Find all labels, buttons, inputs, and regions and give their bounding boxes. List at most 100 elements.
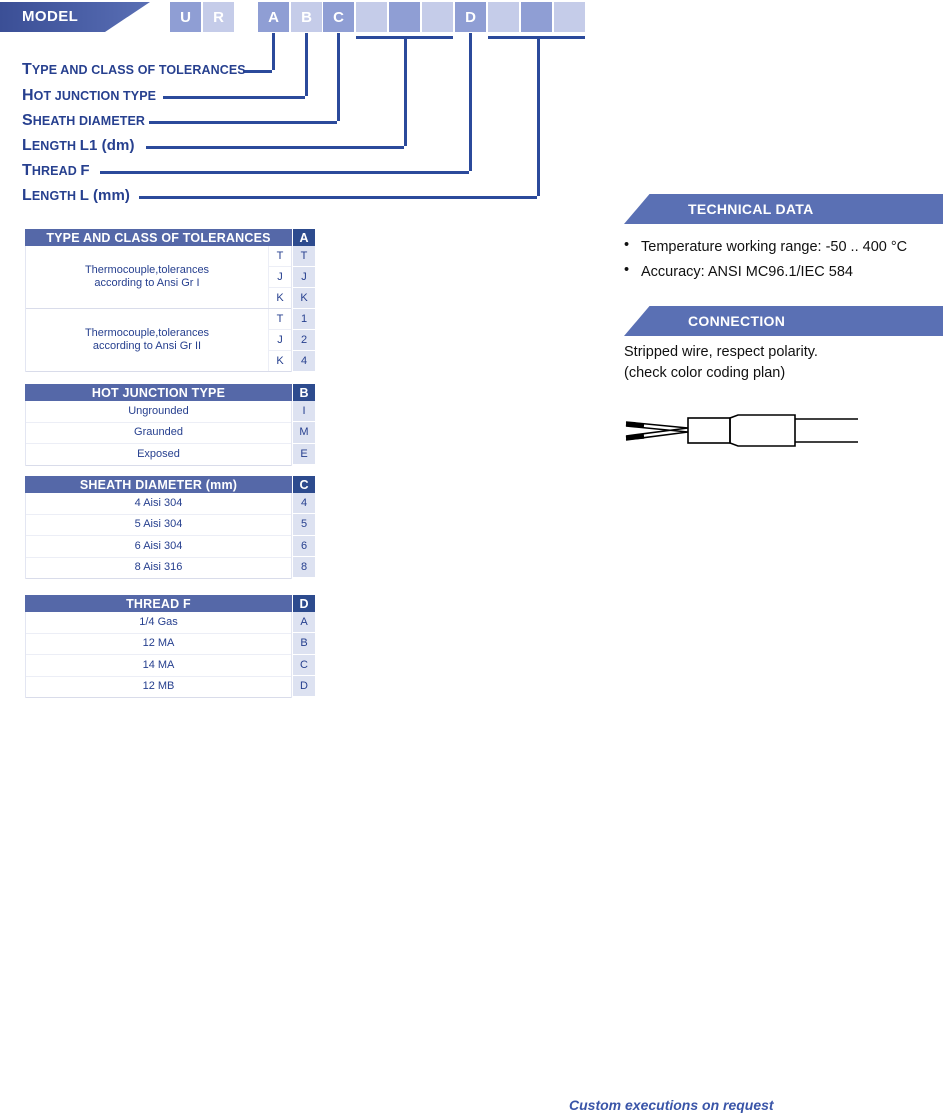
table-row-label: Ungrounded — [128, 404, 189, 417]
leader-horizontal-line — [146, 146, 404, 149]
model-code-box-4: B — [291, 2, 322, 32]
table-code-cell: 2 — [293, 330, 315, 351]
leader-horizontal-line — [139, 196, 537, 199]
table-row: Thermocouple,tolerances according to Ansi… — [26, 246, 291, 309]
callout-initial: T — [22, 61, 32, 78]
model-code-box-label: A — [268, 8, 279, 26]
connection-line-2: (check color coding plan) — [624, 365, 786, 381]
technical-data-title: TECHNICAL DATA — [688, 201, 814, 217]
table-code-cell: I — [293, 401, 315, 423]
callout-initial: S — [22, 112, 33, 129]
table-header: SHEATH DIAMETER (mm) — [25, 476, 292, 493]
table-code-cell: 5 — [293, 514, 315, 536]
table-row: 12 MA — [26, 633, 291, 655]
callout-initial: L — [22, 137, 32, 154]
table-row-label: Thermocouple,tolerances according to Ansi… — [84, 263, 210, 290]
callout-label-2: HOT JUNCTION TYPE — [22, 87, 156, 105]
technical-data-item-1: Temperature working range: -50 .. 400 °C — [641, 239, 908, 255]
table-sub-cell: J — [269, 330, 291, 351]
table-code-header: B — [293, 384, 315, 401]
table-header: TYPE AND CLASS OF TOLERANCES — [25, 229, 292, 246]
table-main-column: HOT JUNCTION TYPE Ungrounded Graunded Expos… — [25, 384, 292, 466]
table-body: Thermocouple,tolerances according to Ansi… — [25, 246, 292, 372]
table-code-cell: T — [293, 246, 315, 267]
table-code-column: C4568 — [293, 476, 315, 579]
callout-label-3: SHEATH DIAMETER — [22, 112, 145, 130]
table-sub-column: TJK — [268, 246, 291, 308]
table-row-label: Exposed — [137, 447, 180, 460]
table-sub-cell: K — [276, 292, 284, 304]
table-code-header: A — [293, 229, 315, 246]
callout-label-4: LENGTH L1 (dm) — [22, 137, 135, 155]
model-code-box-9: D — [455, 2, 486, 32]
model-code-box-11 — [521, 2, 552, 32]
table-main-column: THREAD F 1/4 Gas 12 MA 14 MA 12 MB — [25, 595, 292, 698]
table-body: 4 Aisi 304 5 Aisi 304 6 Aisi 304 8 Aisi 316 — [25, 493, 292, 579]
table-sub-column: TJK — [268, 309, 291, 371]
leader-horizontal-line — [100, 171, 469, 174]
table-code-cell: 8 — [293, 556, 315, 579]
table-code-cell: C — [293, 654, 315, 676]
table-row-label: 12 MB — [142, 680, 175, 693]
model-banner: MODEL — [0, 2, 150, 32]
footer-note: Custom executions on request — [569, 1097, 774, 1113]
callout-text: ENGTH — [31, 139, 80, 153]
table-row-label: 12 MA — [142, 637, 175, 650]
table-code-cell: D — [293, 675, 315, 698]
table-code-cell: 1 — [293, 309, 315, 330]
table-row-label: 1/4 Gas — [139, 615, 178, 628]
table-code-cell: J — [293, 267, 315, 288]
callout-initial: T — [22, 162, 32, 179]
leader-drop-line — [404, 36, 407, 146]
table-code-column: ATJK124 — [293, 229, 315, 372]
table-code-cell: B — [293, 633, 315, 655]
table-row-label: Graunded — [134, 426, 183, 439]
table-code-cell: A — [293, 612, 315, 634]
table-row-label: 5 Aisi 304 — [134, 518, 183, 531]
model-code-box-10 — [488, 2, 519, 32]
model-code-box-1: U — [170, 2, 201, 32]
leader-drop-line — [537, 36, 540, 196]
leader-horizontal-line — [163, 96, 305, 99]
table-sub-cell: J — [269, 267, 291, 288]
table-code-column: DABCD — [293, 595, 315, 698]
table-code-header: C — [293, 476, 315, 493]
table-main-column: TYPE AND CLASS OF TOLERANCES Thermocouple… — [25, 229, 292, 372]
bullet-icon: • — [624, 262, 630, 278]
table-row: 12 MB — [26, 676, 291, 698]
leader-drop-line — [337, 33, 340, 121]
table-row: 1/4 Gas — [26, 612, 291, 634]
table-code-cell: E — [293, 443, 315, 465]
table-header: HOT JUNCTION TYPE — [25, 384, 292, 401]
connection-banner: CONNECTION — [624, 306, 943, 336]
table-row-label: 4 Aisi 304 — [134, 496, 183, 509]
table-row: Graunded — [26, 422, 291, 444]
bullet-icon: • — [624, 237, 630, 253]
table-main-column: SHEATH DIAMETER (mm) 4 Aisi 304 5 Aisi 304… — [25, 476, 292, 579]
model-code-box-label: D — [465, 8, 476, 26]
table-body: 1/4 Gas 12 MA 14 MA 12 MB — [25, 612, 292, 698]
model-code-box-3: A — [258, 2, 289, 32]
table-body: Ungrounded Graunded Exposed — [25, 401, 292, 466]
model-code-box-label: R — [213, 8, 224, 26]
table-row-label: 6 Aisi 304 — [134, 539, 183, 552]
model-code-box-label: B — [301, 8, 312, 26]
table-row: Ungrounded — [26, 401, 291, 423]
stripped-wire-probe-diagram — [625, 414, 858, 447]
model-code-box-12 — [554, 2, 585, 32]
model-code-box-6 — [356, 2, 387, 32]
table-header: THREAD F — [25, 595, 292, 612]
table-row: 5 Aisi 304 — [26, 514, 291, 536]
table-sub-cell: T — [269, 246, 291, 267]
leader-drop-line — [305, 33, 308, 96]
callout-text: ENGTH — [31, 189, 80, 203]
table-row-label: 8 Aisi 316 — [134, 561, 183, 574]
connection-title: CONNECTION — [688, 313, 786, 329]
connection-line-1: Stripped wire, respect polarity. — [624, 344, 818, 360]
table-code-cell: 4 — [293, 351, 315, 372]
table-row: 6 Aisi 304 — [26, 536, 291, 558]
callout-suffix: L1 (dm) — [79, 137, 135, 154]
table-row: Exposed — [26, 444, 291, 466]
model-code-box-label: U — [180, 8, 191, 26]
table-code-cell: K — [293, 288, 315, 309]
